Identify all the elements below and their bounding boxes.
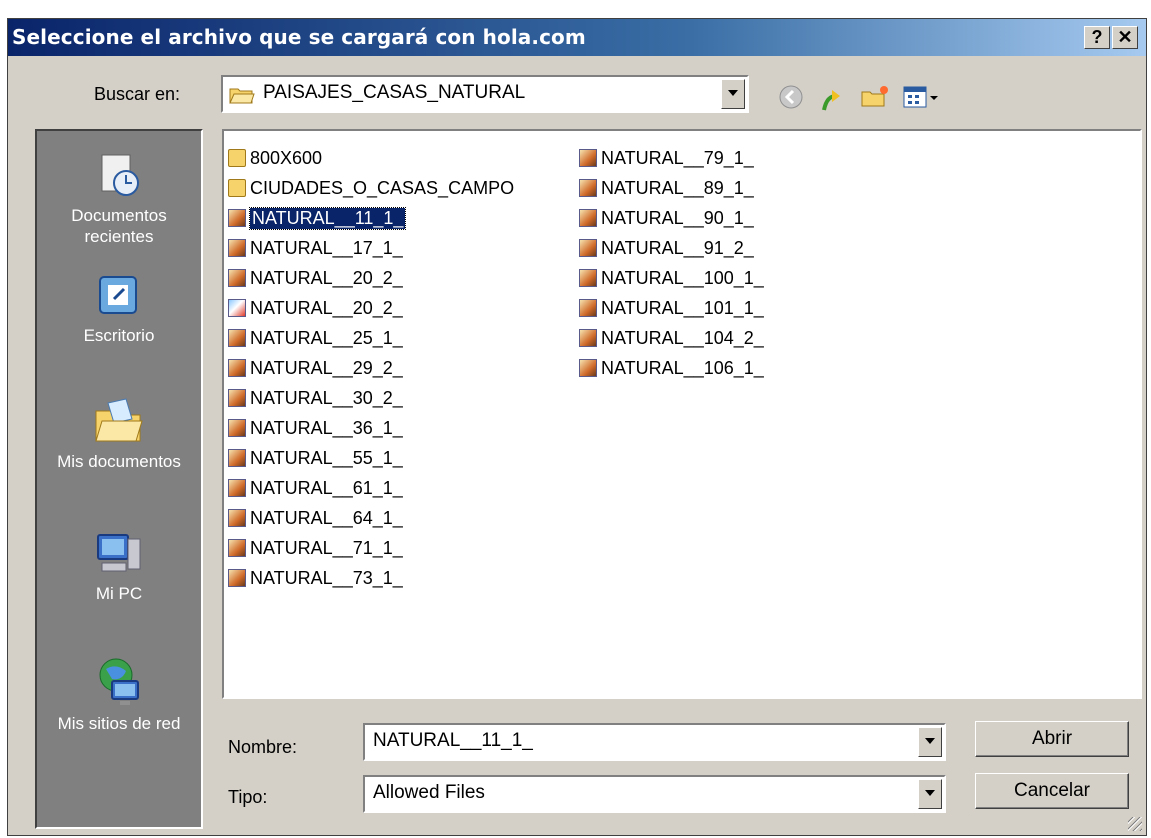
list-item[interactable]: NATURAL__79_1_ [579, 143, 764, 173]
filename-input[interactable]: NATURAL__11_1_ [373, 730, 533, 752]
filetype-value: Allowed Files [373, 782, 485, 803]
file-open-dialog: Seleccione el archivo que se cargará con… [7, 18, 1147, 836]
image-file-icon [228, 239, 246, 257]
filename-dropdown-button[interactable] [918, 727, 942, 757]
lookin-dropdown-button[interactable] [721, 79, 745, 109]
list-item[interactable]: NATURAL__89_1_ [579, 173, 764, 203]
image-file-icon [228, 449, 246, 467]
list-item[interactable]: NATURAL__71_1_ [228, 533, 514, 563]
my-documents-icon [95, 398, 143, 442]
new-folder-icon[interactable] [860, 84, 890, 110]
filetype-dropdown-button[interactable] [918, 779, 942, 809]
back-icon[interactable] [778, 84, 804, 110]
place-network[interactable]: Mis sitios de red [37, 655, 201, 734]
image-file-icon [579, 299, 597, 317]
list-item[interactable]: NATURAL__25_1_ [228, 323, 514, 353]
place-label-recent: Documentos recientes [71, 206, 167, 246]
list-item[interactable]: NATURAL__36_1_ [228, 413, 514, 443]
image-file-alt-icon [228, 299, 246, 317]
lookin-value: PAISAJES_CASAS_NATURAL [263, 82, 526, 103]
image-file-icon [579, 269, 597, 287]
place-my-computer[interactable]: Mi PC [37, 529, 201, 604]
up-folder-icon[interactable] [820, 84, 848, 112]
folder-icon [228, 149, 246, 167]
list-item[interactable]: NATURAL__101_1_ [579, 293, 764, 323]
list-item[interactable]: NATURAL__30_2_ [228, 383, 514, 413]
list-item[interactable]: NATURAL__90_1_ [579, 203, 764, 233]
image-file-icon [579, 359, 597, 377]
image-file-icon [579, 239, 597, 257]
list-item[interactable]: NATURAL__29_2_ [228, 353, 514, 383]
folder-open-icon [229, 88, 255, 104]
list-item[interactable]: NATURAL__100_1_ [579, 263, 764, 293]
help-button[interactable]: ? [1084, 26, 1110, 49]
list-item[interactable]: NATURAL__73_1_ [228, 563, 514, 593]
window-title: Seleccione el archivo que se cargará con… [12, 25, 586, 49]
file-column-2: NATURAL__79_1_ NATURAL__89_1_ NATURAL__9… [579, 143, 764, 383]
place-desktop[interactable]: Escritorio [37, 271, 201, 346]
places-bar: Documentos recientes Escritorio Mis docu… [35, 129, 203, 829]
my-computer-icon [97, 534, 141, 572]
network-places-icon [99, 658, 139, 705]
list-item[interactable]: NATURAL__91_2_ [579, 233, 764, 263]
list-item[interactable]: NATURAL__64_1_ [228, 503, 514, 533]
image-file-icon [579, 329, 597, 347]
image-file-icon [228, 269, 246, 287]
image-file-icon [228, 359, 246, 377]
recent-documents-icon [101, 154, 139, 196]
image-file-icon [228, 329, 246, 347]
list-item[interactable]: NATURAL__106_1_ [579, 353, 764, 383]
filetype-combo[interactable]: Allowed Files [363, 775, 946, 813]
resize-grip[interactable] [1128, 817, 1142, 831]
filename-label: Nombre: [228, 737, 298, 757]
list-item[interactable]: NATURAL__61_1_ [228, 473, 514, 503]
list-item[interactable]: NATURAL__20_2_ [228, 293, 514, 323]
close-button[interactable]: ✕ [1112, 26, 1138, 49]
list-item[interactable]: CIUDADES_O_CASAS_CAMPO [228, 173, 514, 203]
image-file-icon [579, 209, 597, 227]
image-file-icon [228, 479, 246, 497]
place-recent-documents[interactable]: Documentos recientes [37, 151, 201, 247]
image-file-icon [228, 569, 246, 587]
lookin-combo[interactable]: PAISAJES_CASAS_NATURAL [221, 75, 749, 113]
title-bar[interactable]: Seleccione el archivo que se cargará con… [8, 19, 1146, 56]
place-label-my-documents: Mis documentos [57, 452, 181, 471]
image-file-icon [228, 509, 246, 527]
cancel-button[interactable]: Cancelar [975, 773, 1129, 809]
filename-combo[interactable]: NATURAL__11_1_ [363, 723, 946, 761]
file-list[interactable]: 800X600 CIUDADES_O_CASAS_CAMPO NATURAL__… [222, 129, 1142, 699]
open-button[interactable]: Abrir [975, 721, 1129, 757]
image-file-icon [228, 389, 246, 407]
list-item[interactable]: NATURAL__17_1_ [228, 233, 514, 263]
desktop-icon [99, 276, 137, 314]
list-item[interactable]: NATURAL__20_2_ [228, 263, 514, 293]
folder-icon [228, 179, 246, 197]
image-file-icon [579, 179, 597, 197]
place-label-desktop: Escritorio [83, 326, 155, 345]
list-item[interactable]: NATURAL__55_1_ [228, 443, 514, 473]
place-label-my-computer: Mi PC [95, 584, 143, 603]
place-my-documents[interactable]: Mis documentos [37, 393, 201, 472]
filetype-label: Tipo: [228, 787, 268, 807]
list-item-selected[interactable]: NATURAL__11_1_ [228, 203, 514, 233]
place-label-network: Mis sitios de red [57, 714, 181, 733]
image-file-icon [228, 209, 246, 227]
list-item[interactable]: NATURAL__104_2_ [579, 323, 764, 353]
views-menu-icon[interactable] [902, 84, 940, 110]
image-file-icon [228, 419, 246, 437]
image-file-icon [228, 539, 246, 557]
list-item[interactable]: 800X600 [228, 143, 514, 173]
image-file-icon [579, 149, 597, 167]
lookin-label: Buscar en: [94, 84, 181, 104]
file-column-1: 800X600 CIUDADES_O_CASAS_CAMPO NATURAL__… [228, 143, 514, 593]
